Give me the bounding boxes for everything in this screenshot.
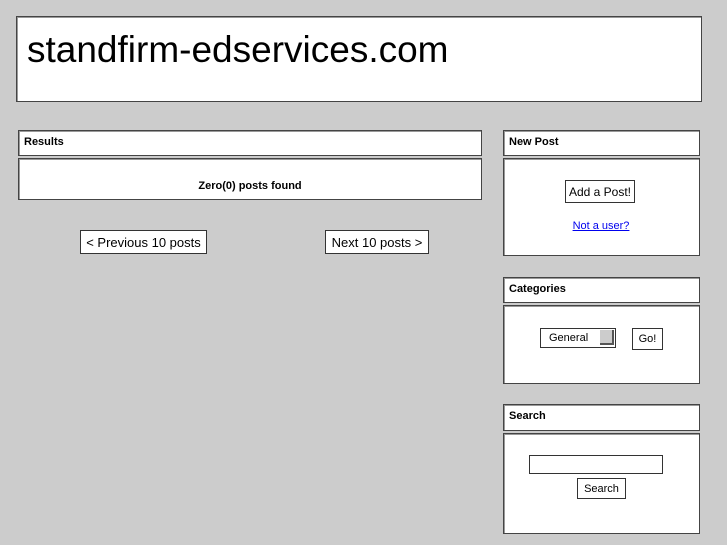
add-post-button[interactable]: Add a Post! xyxy=(565,180,635,203)
results-message: Zero(0) posts found xyxy=(198,180,302,192)
new-post-header: New Post xyxy=(503,130,700,156)
search-input[interactable] xyxy=(529,455,663,474)
category-selected: General xyxy=(549,332,589,344)
previous-posts-button[interactable]: < Previous 10 posts xyxy=(80,230,207,254)
not-a-user-link[interactable]: Not a user? xyxy=(560,220,642,232)
search-button[interactable]: Search xyxy=(577,478,626,499)
results-header: Results xyxy=(18,130,482,156)
search-header: Search xyxy=(503,404,700,431)
site-header: standfirm-edservices.com xyxy=(16,16,702,102)
categories-header: Categories xyxy=(503,277,700,303)
site-title: standfirm-edservices.com xyxy=(27,29,449,70)
new-post-body xyxy=(503,158,700,256)
chevron-down-icon xyxy=(600,330,614,345)
go-button[interactable]: Go! xyxy=(632,328,663,350)
next-posts-button[interactable]: Next 10 posts > xyxy=(325,230,429,254)
results-body: Zero(0) posts found xyxy=(18,158,482,200)
category-select[interactable]: General xyxy=(540,328,616,348)
